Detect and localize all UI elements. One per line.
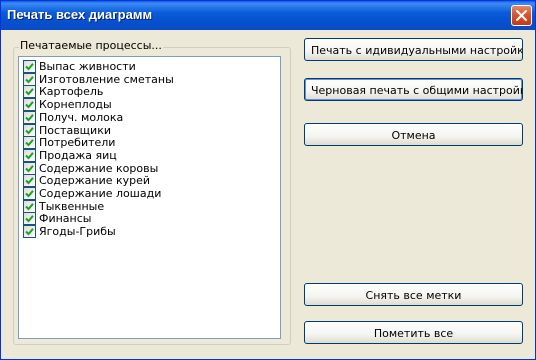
checkmark-icon [25, 152, 34, 160]
cancel-button[interactable]: Отмена [304, 123, 523, 146]
checkmark-icon [25, 177, 34, 185]
checkmark-icon [25, 139, 34, 147]
checkbox[interactable] [23, 148, 36, 162]
print-individual-settings-button[interactable]: Печать с идивидуальными настройками [304, 38, 523, 61]
checkbox[interactable] [23, 85, 36, 99]
draft-print-button[interactable]: Черновая печать с общими настройками [304, 78, 523, 101]
checkmark-icon [25, 164, 34, 173]
checkmark-icon [25, 113, 34, 122]
checkmark-icon [25, 101, 34, 109]
list-item-label: Потребители [39, 136, 116, 150]
checkbox[interactable] [23, 60, 36, 73]
processes-checklist[interactable]: Выпас живности Изготовление сметаны Картоф… [18, 56, 281, 339]
close-button[interactable] [511, 5, 532, 26]
checkbox[interactable] [23, 72, 36, 86]
checkbox[interactable] [23, 199, 36, 213]
checkmark-icon [25, 75, 34, 84]
list-item-label: Ягоды-Грибы [39, 225, 116, 239]
checkbox[interactable] [23, 187, 36, 200]
checkbox[interactable] [23, 212, 36, 226]
check-all-button[interactable]: Пометить все [304, 321, 523, 344]
list-item-label: Корнеплоды [39, 98, 112, 112]
checkmark-icon [25, 190, 34, 198]
checkmark-icon [25, 215, 34, 223]
list-item-label: Содержание лошади [39, 187, 162, 200]
list-item-label: Тыквенные [39, 199, 105, 213]
checkbox[interactable] [23, 161, 36, 175]
list-item-label: Содержание курей [39, 174, 151, 188]
uncheck-all-button[interactable]: Снять все метки [304, 283, 523, 306]
list-item-label: Финансы [39, 212, 92, 226]
checkbox[interactable] [23, 98, 36, 112]
list-item-label: Содержание коровы [39, 161, 159, 175]
checkbox[interactable] [23, 136, 36, 150]
checkbox[interactable] [23, 225, 36, 239]
list-item-label: Выпас живности [39, 60, 136, 73]
list-item-label: Продажа яиц [39, 148, 117, 162]
checkmark-icon [25, 126, 34, 134]
list-item-label: Изготовление сметаны [39, 72, 174, 86]
close-icon [516, 10, 527, 21]
checkbox[interactable] [23, 110, 36, 124]
checkmark-icon [25, 88, 34, 96]
print-all-diagrams-dialog: Печать всех диаграмм Печатаемые процессы… [0, 0, 536, 360]
checkmark-icon [25, 228, 34, 236]
list-item-label: Получ. молока [39, 110, 124, 124]
list-item-label: Поставщики [39, 123, 111, 137]
checkbox[interactable] [23, 123, 36, 137]
checkmark-icon [25, 63, 34, 71]
list-item-label: Картофель [39, 85, 104, 99]
checkbox[interactable] [23, 174, 36, 188]
window-title: Печать всех диаграмм [7, 7, 153, 22]
groupbox-label: Печатаемые процессы... [19, 39, 163, 52]
title-bar[interactable]: Печать всех диаграмм [1, 1, 535, 30]
checkmark-icon [25, 202, 34, 211]
